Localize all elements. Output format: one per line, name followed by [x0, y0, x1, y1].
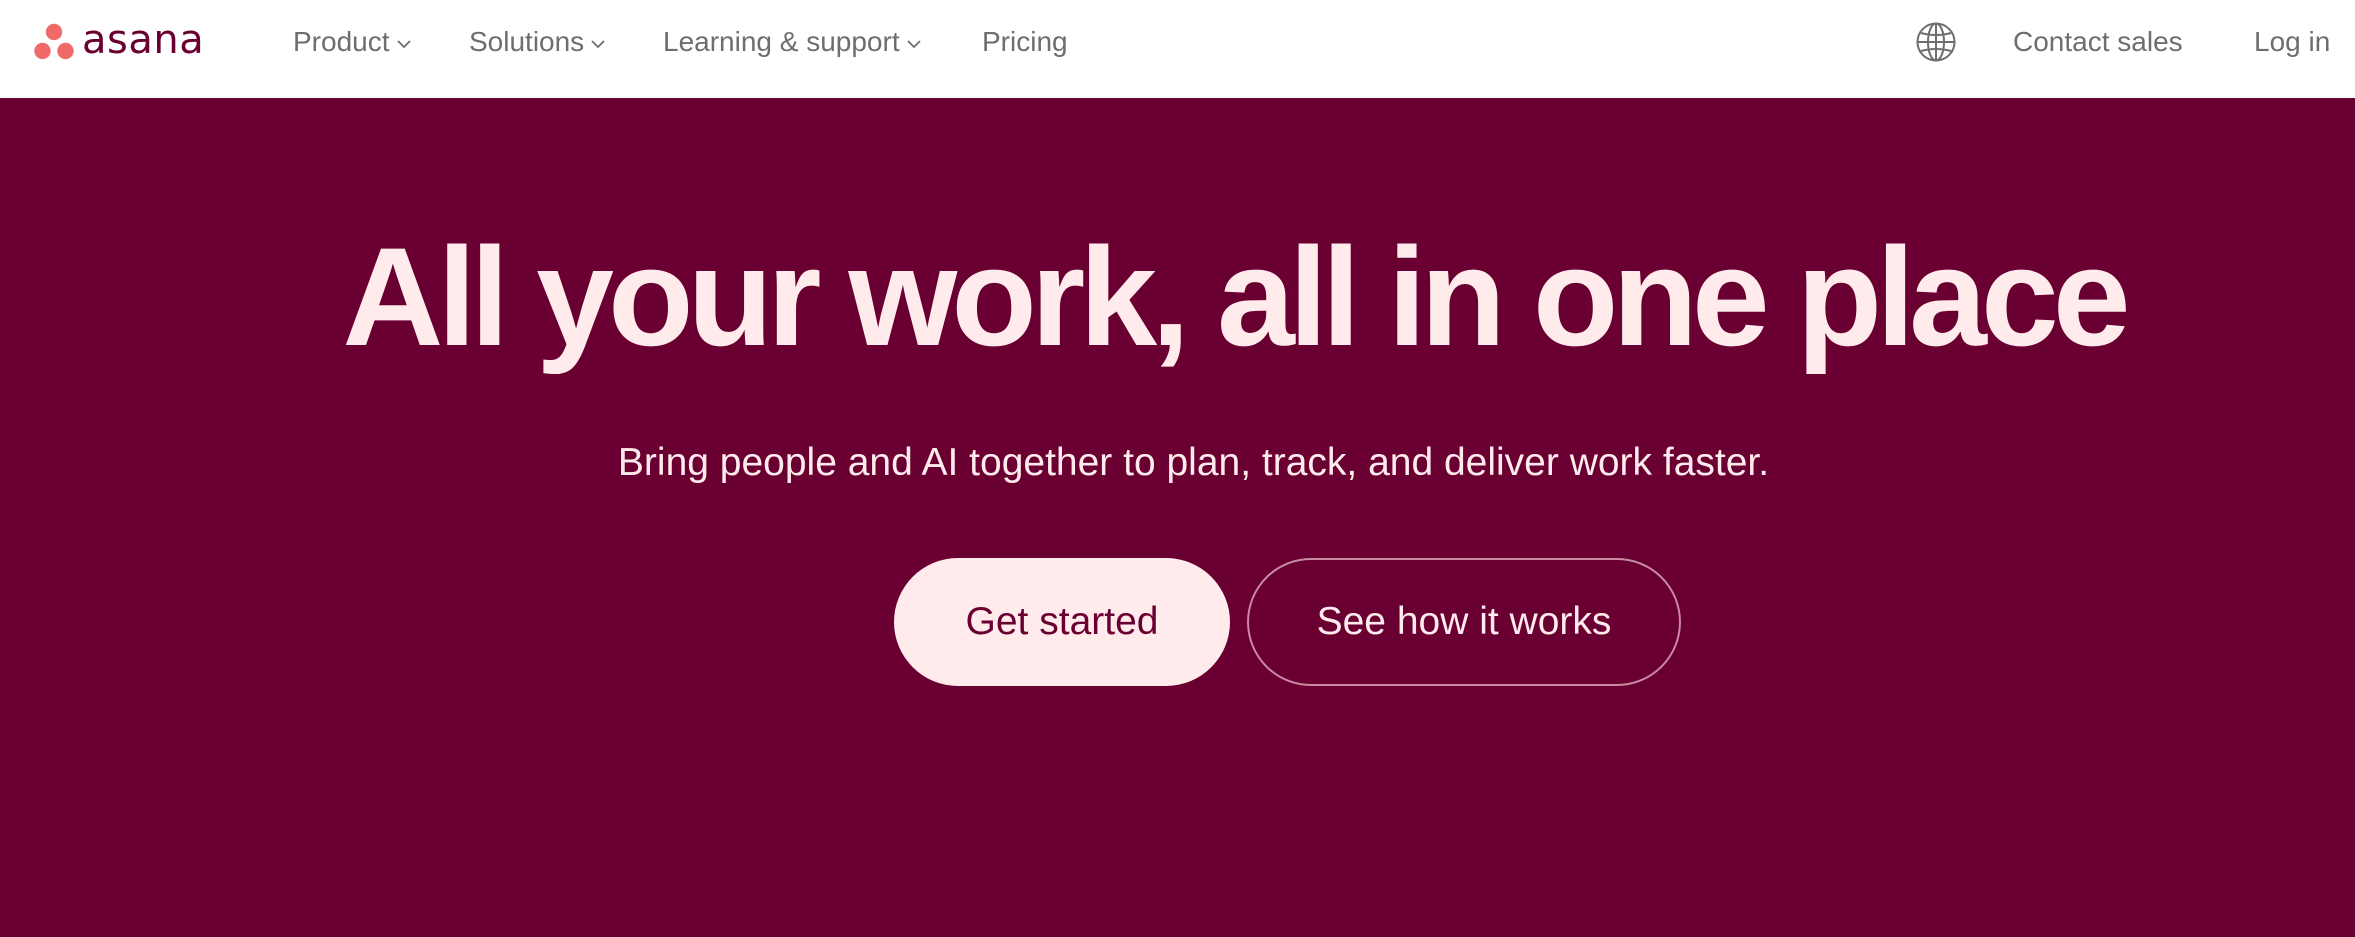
chevron-down-icon — [906, 40, 921, 49]
chevron-down-icon — [396, 40, 411, 49]
get-started-button[interactable]: Get started — [894, 558, 1230, 686]
nav-product-label: Product — [293, 26, 390, 57]
language-selector[interactable] — [1915, 21, 1957, 63]
contact-sales-label: Contact sales — [2013, 26, 2183, 57]
see-how-it-works-button[interactable]: See how it works — [1247, 558, 1681, 686]
chevron-down-icon — [591, 40, 605, 49]
nav-learning-support[interactable]: Learning & support — [663, 24, 922, 60]
nav-solutions[interactable]: Solutions — [469, 24, 606, 60]
hero-title: All your work, all in one place — [342, 218, 2130, 375]
log-in-label: Log in — [2254, 26, 2331, 57]
asana-logo[interactable]: asana — [34, 20, 204, 64]
log-in-link[interactable]: Log in — [2254, 24, 2330, 60]
top-navigation-bar: asana Product Solutions Learning & suppo… — [0, 0, 2355, 98]
nav-product[interactable]: Product — [293, 24, 412, 60]
nav-pricing[interactable]: Pricing — [982, 24, 1068, 60]
logo-wordmark: asana — [82, 17, 205, 63]
contact-sales-link[interactable]: Contact sales — [2013, 24, 2183, 60]
asana-logo-icon — [34, 23, 74, 60]
nav-learning-support-label: Learning & support — [663, 26, 900, 57]
nav-solutions-label: Solutions — [469, 26, 585, 57]
hero-subtitle: Bring people and AI together to plan, tr… — [617, 441, 1770, 484]
globe-icon — [1916, 22, 1956, 62]
nav-pricing-label: Pricing — [982, 26, 1068, 57]
